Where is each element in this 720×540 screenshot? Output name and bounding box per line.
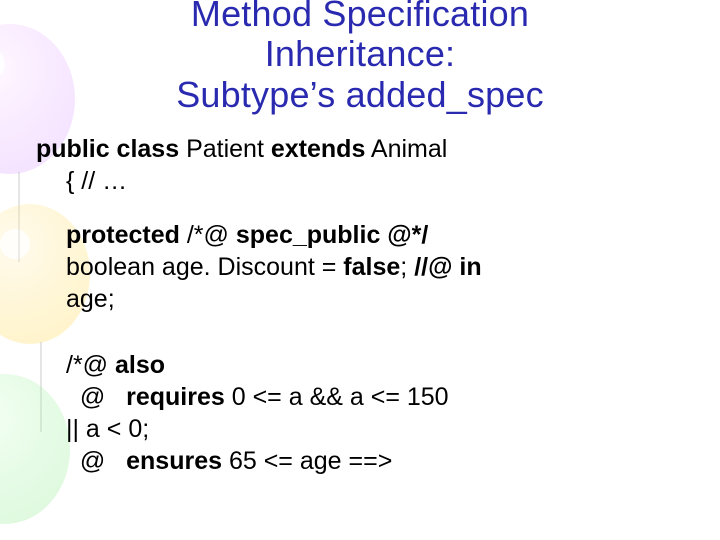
brace-and-comment: { // …: [66, 167, 127, 195]
requires-cont: || a < 0;: [66, 415, 149, 443]
keyword-also: also: [115, 351, 165, 379]
supertype-name: Animal: [365, 135, 447, 163]
semicolon: ;: [400, 253, 414, 281]
class-declaration-line: public class Patient extends Animal: [36, 133, 684, 165]
keyword-requires: requires: [126, 383, 225, 411]
field-type-and-name: boolean age. Discount =: [66, 253, 343, 281]
code-block: public class Patient extends Animal { //…: [36, 133, 684, 477]
ensures-expr: 65 <= age ==>: [222, 447, 392, 475]
keyword-false: false: [343, 253, 400, 281]
field-line-3: age;: [66, 283, 684, 315]
open-brace-line: { // …: [36, 165, 684, 197]
title-line-2: Inheritance:: [265, 33, 456, 74]
spec-line-requires: @ requires 0 <= a && a <= 150: [66, 381, 684, 413]
keyword-protected: protected: [66, 221, 180, 249]
annotation-close: @*/: [380, 221, 428, 249]
spec-at-3: @: [66, 447, 126, 475]
field-tail: age;: [66, 285, 115, 313]
keyword-ensures: ensures: [126, 447, 222, 475]
spec-line-also: /*@ also: [66, 349, 684, 381]
title-line-1: Method Specification: [191, 0, 529, 34]
keyword-public-class: public class: [36, 135, 179, 163]
spec-block: /*@ also @ requires 0 <= a && a <= 150 |…: [36, 349, 684, 477]
class-name: Patient: [179, 135, 271, 163]
field-line-2: boolean age. Discount = false; //@ in: [66, 251, 684, 283]
keyword-extends: extends: [271, 135, 365, 163]
field-line-1: protected /*@ spec_public @*/: [66, 219, 684, 251]
field-declaration-block: protected /*@ spec_public @*/ boolean ag…: [36, 219, 684, 315]
spec-at-2: @: [66, 383, 126, 411]
spec-line-ensures: @ ensures 65 <= age ==>: [66, 445, 684, 477]
keyword-spec-public: spec_public: [236, 221, 381, 249]
annotation-in: //@ in: [414, 253, 481, 281]
requires-expr: 0 <= a && a <= 150: [225, 383, 449, 411]
spec-open: /*@: [66, 351, 115, 379]
spec-line-requires-cont: || a < 0;: [66, 413, 684, 445]
annotation-open: /*@: [180, 221, 236, 249]
slide-title: Method Specification Inheritance: Subtyp…: [36, 0, 684, 115]
title-line-3: Subtype’s added_spec: [176, 74, 544, 115]
